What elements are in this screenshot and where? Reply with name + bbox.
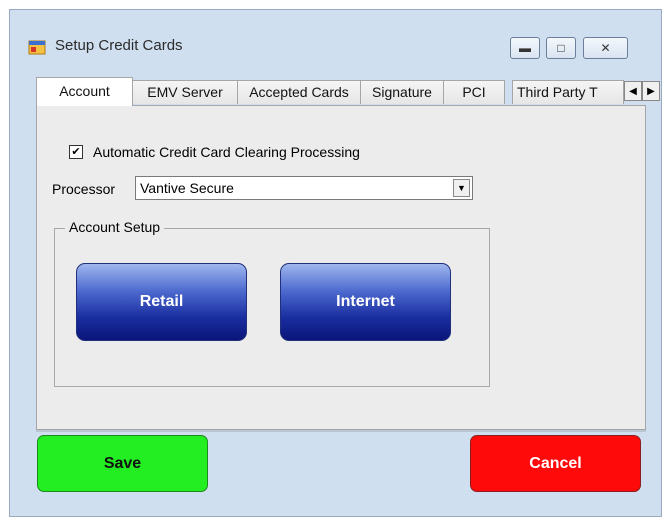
divider [36,430,646,432]
arrow-right-icon: ▶ [647,85,655,97]
tab-scroll-left-button[interactable]: ◀ [624,81,642,101]
minimize-button[interactable]: ▬ [510,37,540,59]
tab-account[interactable]: Account [36,77,133,106]
tab-signature[interactable]: Signature [360,80,444,104]
tab-scroll-arrows: ◀ ▶ [624,81,660,101]
account-setup-group: Account Setup Retail Internet [54,219,490,387]
tab-pci[interactable]: PCI [443,80,505,104]
tab-emv-server[interactable]: EMV Server [132,80,238,104]
app-icon [28,40,46,55]
auto-clearing-checkbox[interactable]: ✔ [69,145,83,159]
internet-button[interactable]: Internet [280,263,451,341]
close-button[interactable]: ✕ [583,37,628,59]
tab-accepted-cards[interactable]: Accepted Cards [237,80,361,104]
minimize-icon: ▬ [519,41,531,55]
retail-button[interactable]: Retail [76,263,247,341]
title-bar: Setup Credit Cards ▬ □ ✕ [10,10,661,76]
processor-label: Processor [52,181,116,197]
close-icon: ✕ [600,41,611,55]
maximize-icon: □ [557,41,565,55]
processor-select[interactable]: Vantive Secure ▼ [135,176,473,200]
cancel-button[interactable]: Cancel [470,435,641,492]
maximize-button[interactable]: □ [546,37,576,59]
processor-value: Vantive Secure [140,180,234,196]
setup-credit-cards-window: Setup Credit Cards ▬ □ ✕ Account EMV Ser… [9,9,662,517]
auto-clearing-option[interactable]: ✔ Automatic Credit Card Clearing Process… [69,144,360,160]
dropdown-arrow-icon[interactable]: ▼ [453,179,470,197]
save-button[interactable]: Save [37,435,208,492]
auto-clearing-label: Automatic Credit Card Clearing Processin… [93,144,360,160]
window-title: Setup Credit Cards [55,37,183,54]
arrow-left-icon: ◀ [629,85,637,97]
tab-scroll-right-button[interactable]: ▶ [642,81,660,101]
account-setup-title: Account Setup [65,219,165,235]
account-tab-panel: ✔ Automatic Credit Card Clearing Process… [36,105,646,430]
tab-third-party[interactable]: Third Party T [512,80,624,104]
tab-strip: Account EMV Server Accepted Cards Signat… [36,76,662,106]
